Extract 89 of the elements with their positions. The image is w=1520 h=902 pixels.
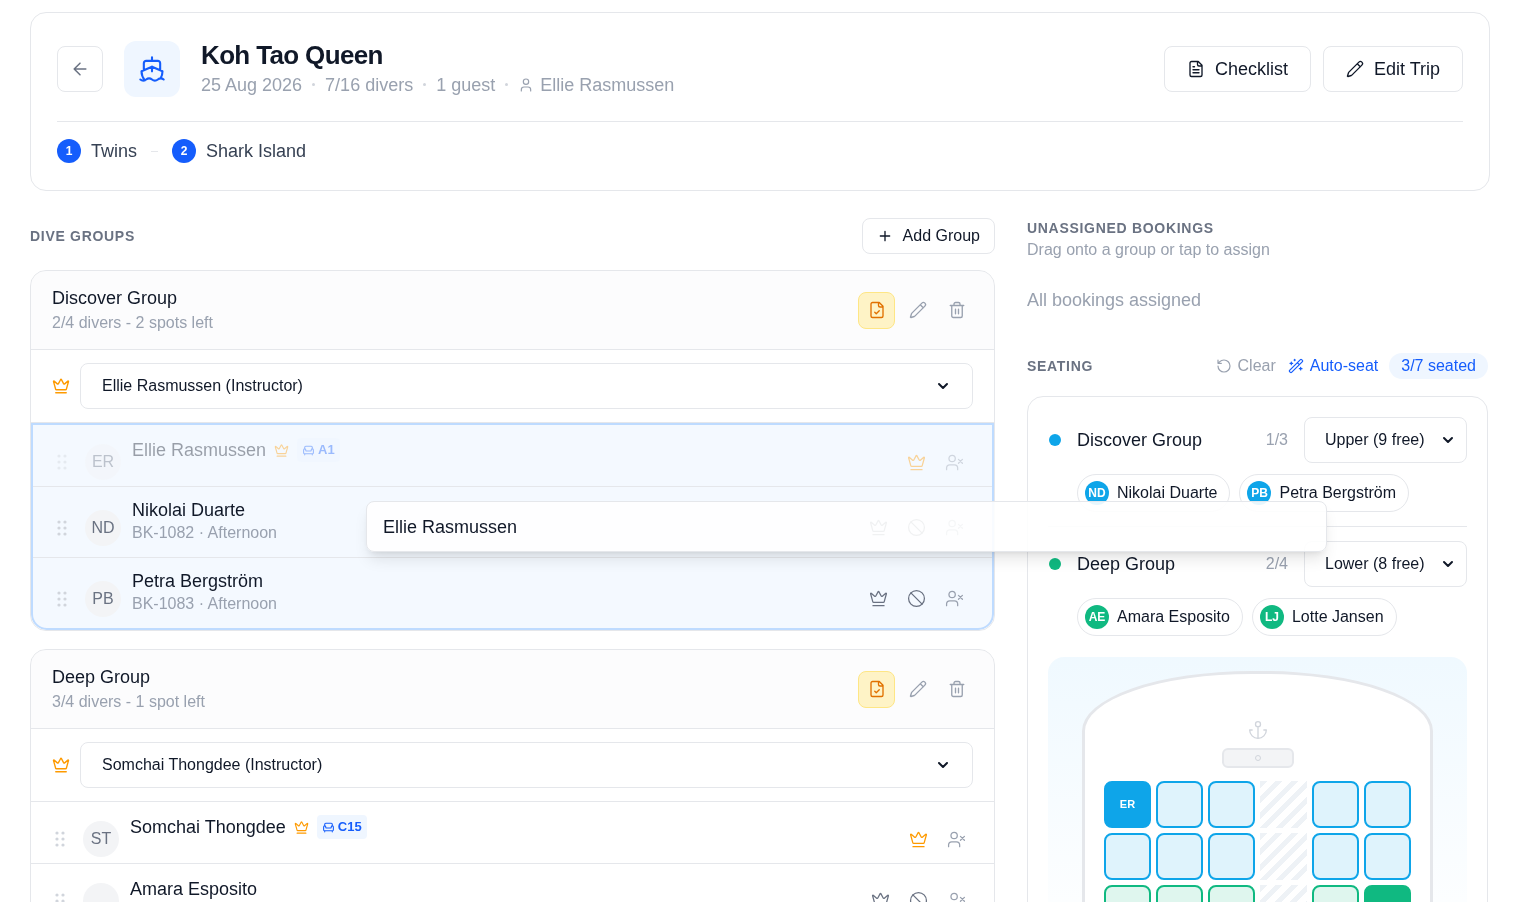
block-button[interactable] xyxy=(907,589,926,608)
captain-name: Ellie Rasmussen xyxy=(540,73,675,97)
remove-member-button[interactable] xyxy=(945,589,964,608)
pencil-icon xyxy=(1345,59,1364,78)
site-number-badge: 2 xyxy=(172,139,196,163)
avatar: AE xyxy=(1085,605,1109,629)
section-heading: DIVE GROUPS xyxy=(30,227,135,246)
booking-info: BK-1083 · Afternoon xyxy=(132,594,277,614)
group-count: 2/4 xyxy=(1265,554,1288,574)
trip-meta: 25 Aug 2026 xyxy=(201,73,303,97)
make-leader-button[interactable] xyxy=(909,829,928,849)
empty-seat[interactable] xyxy=(1312,781,1359,828)
add-group-button[interactable]: Add Group xyxy=(861,218,995,254)
remove-member-button[interactable] xyxy=(947,829,966,849)
seated-count-badge: 3/7 seated xyxy=(1389,353,1488,379)
remove-user-icon xyxy=(947,829,966,849)
reset-icon xyxy=(1215,358,1232,374)
remove-user-icon xyxy=(945,589,964,608)
site-number-badge: 1 xyxy=(57,139,81,163)
avatar: LJ xyxy=(1259,605,1284,629)
document-check-icon xyxy=(867,301,886,319)
section-hint: Drag onto a group or tap to assign xyxy=(1027,240,1271,260)
checklist-button[interactable] xyxy=(858,291,895,329)
seat-icon xyxy=(302,443,316,457)
group-summary: 2/4 divers - 2 spots left xyxy=(52,313,213,333)
group-name: Deep Group xyxy=(52,666,152,689)
drag-handle-icon[interactable] xyxy=(55,831,65,847)
pencil-icon xyxy=(908,301,927,319)
deck-select[interactable]: Upper (9 free) xyxy=(1304,417,1467,463)
section-heading: UNASSIGNED BOOKINGS xyxy=(1027,219,1215,238)
instructor-select[interactable]: Somchai Thongdee (Instructor) xyxy=(80,742,973,788)
pencil-icon xyxy=(908,680,927,698)
member-name: Ellie Rasmussen xyxy=(132,439,267,462)
group-summary: 3/4 divers - 1 spot left xyxy=(52,692,205,712)
group-name: Discover Group xyxy=(52,287,179,310)
ban-icon xyxy=(907,589,926,608)
magic-wand-icon xyxy=(1287,358,1304,374)
crown-icon xyxy=(274,442,290,458)
crown-icon xyxy=(293,819,309,835)
ship-icon xyxy=(138,54,166,83)
member-name: Nikolai Duarte xyxy=(132,499,246,522)
group-name: Discover Group xyxy=(1077,429,1203,452)
group-name: Deep Group xyxy=(1077,553,1176,576)
drag-preview-tooltip[interactable]: Ellie Rasmussen xyxy=(366,501,1327,552)
crown-icon xyxy=(909,829,928,849)
edit-trip-button[interactable]: Edit Trip xyxy=(1322,45,1463,92)
seat-badge: C15 xyxy=(316,815,367,839)
empty-seat[interactable] xyxy=(1364,833,1411,880)
crown-icon xyxy=(907,452,926,472)
document-icon xyxy=(1186,59,1205,78)
make-leader-button[interactable] xyxy=(869,589,888,608)
remove-user-icon xyxy=(945,452,964,472)
avatar: ND xyxy=(85,509,121,546)
checklist-button[interactable]: Checklist xyxy=(1163,45,1311,92)
drag-handle-icon[interactable] xyxy=(57,519,67,536)
document-check-icon xyxy=(867,680,886,698)
group-count: 1/3 xyxy=(1265,430,1288,450)
member-name: Petra Bergström xyxy=(132,570,264,593)
instructor-select[interactable]: Ellie Rasmussen (Instructor) xyxy=(80,363,973,409)
trash-icon xyxy=(947,301,966,319)
trash-icon xyxy=(947,680,966,698)
trip-meta: 7/16 divers xyxy=(325,73,414,97)
crown-icon xyxy=(869,589,888,608)
auto-seat-button[interactable]: Auto-seat xyxy=(1287,354,1379,378)
empty-seat[interactable] xyxy=(1156,781,1203,828)
avatar: ST xyxy=(83,821,119,857)
member-name: Somchai Thongdee xyxy=(130,816,286,839)
empty-seat[interactable] xyxy=(1364,781,1411,828)
back-button[interactable] xyxy=(57,45,103,92)
anchor-icon xyxy=(1247,720,1268,740)
empty-seat[interactable] xyxy=(1208,781,1255,828)
avatar: PB xyxy=(85,580,121,617)
drag-handle-icon[interactable] xyxy=(57,590,67,607)
empty-state-text: All bookings assigned xyxy=(1027,289,1203,312)
checklist-button[interactable] xyxy=(858,670,895,708)
seat-icon xyxy=(321,820,335,834)
booking-info: BK-1082 · Afternoon xyxy=(132,523,277,543)
empty-seat[interactable] xyxy=(1156,833,1203,880)
site-name: Shark Island xyxy=(206,140,307,163)
crown-icon xyxy=(52,377,70,395)
empty-seat[interactable] xyxy=(1208,833,1255,880)
empty-seat[interactable] xyxy=(1104,833,1151,880)
trip-meta: 1 guest xyxy=(436,73,496,97)
section-heading: SEATING xyxy=(1027,357,1094,376)
site-name: Twins xyxy=(91,140,137,163)
empty-seat[interactable] xyxy=(1312,833,1359,880)
member-name: Amara Esposito xyxy=(130,878,258,901)
trip-title: Koh Tao Queen xyxy=(201,38,384,71)
crown-icon xyxy=(52,756,70,774)
